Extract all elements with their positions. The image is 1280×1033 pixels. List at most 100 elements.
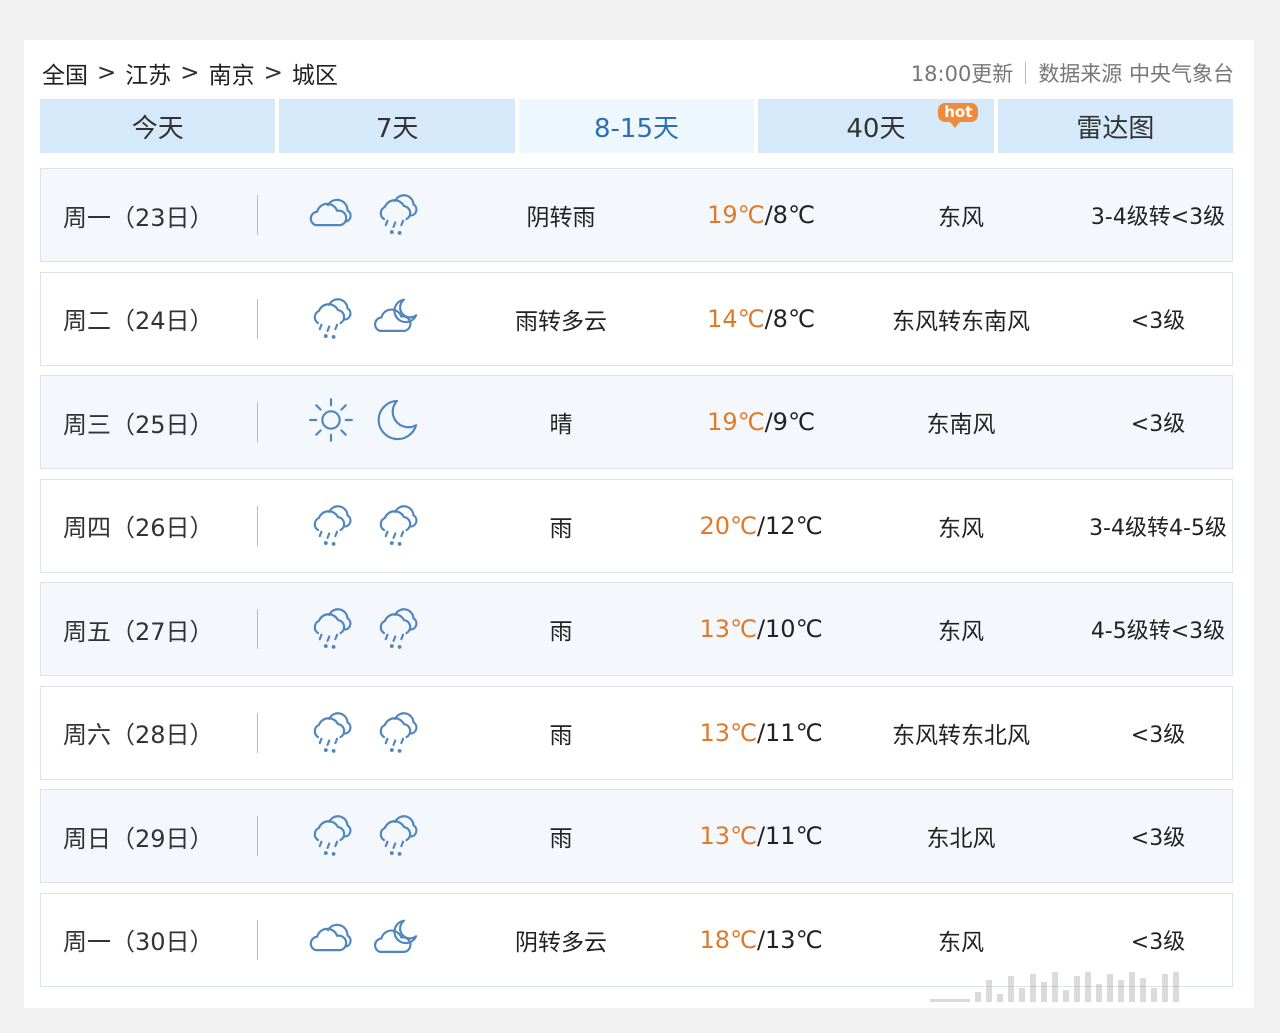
- top-bar: 全国 > 江苏 > 南京 > 城区 18:00更新 数据来源 中央气象台: [42, 56, 1234, 90]
- temp-high: 18℃: [699, 925, 757, 954]
- weather-icons: [305, 583, 423, 675]
- forecast-day: 周六（28日）: [63, 721, 214, 749]
- weather-icons: [305, 273, 423, 365]
- temp-low: /11℃: [756, 718, 823, 747]
- tab-40-days[interactable]: 40天 hot: [758, 99, 994, 153]
- rain-icon: [371, 601, 423, 657]
- forecast-day: 周一（30日）: [63, 928, 214, 956]
- rain-icon: [305, 291, 357, 347]
- forecast-day: 周一（23日）: [63, 203, 214, 232]
- wind-level: 3-4级转4-5级: [1089, 515, 1227, 541]
- weather-description: 阴转雨: [526, 205, 596, 231]
- weather-description: 阴转多云: [515, 929, 607, 956]
- wind-direction: 东风转东北风: [892, 722, 1030, 749]
- column-divider: [257, 919, 258, 960]
- temp-low: /8℃: [764, 201, 815, 229]
- forecast-day: 周日（29日）: [63, 824, 214, 853]
- temp-low: /8℃: [764, 304, 815, 333]
- weather-description: 雨: [549, 826, 573, 852]
- data-source: 数据来源 中央气象台: [1038, 62, 1234, 86]
- cloudy-night-icon: [371, 291, 423, 347]
- forecast-day: 周三（25日）: [63, 410, 214, 439]
- column-divider: [257, 298, 258, 339]
- wind-direction: 东风: [938, 619, 984, 645]
- rain-icon: [371, 498, 423, 554]
- weather-icons: [305, 894, 423, 986]
- forecast-tabs: 今天 7天 8-15天 40天 hot 雷达图: [40, 99, 1234, 153]
- rain-icon: [305, 705, 357, 761]
- column-divider: [257, 195, 258, 235]
- breadcrumb-separator: >: [180, 60, 200, 86]
- forecast-day: 周五（27日）: [63, 617, 214, 646]
- moon-icon: [371, 394, 423, 450]
- cloudy-icon: [305, 912, 357, 968]
- wind-level: <3级: [1130, 826, 1186, 851]
- temp-high: 19℃: [707, 201, 765, 229]
- weather-icons: [305, 790, 423, 882]
- forecast-row: 周一（23日） 阴转雨 19℃/8℃ 东风 3-4级转<3级: [40, 168, 1233, 262]
- temp-high: 13℃: [699, 718, 757, 747]
- watermark: [930, 966, 1250, 1002]
- breadcrumb-item-country[interactable]: 全国: [42, 56, 88, 90]
- wind-level: <3级: [1130, 722, 1186, 748]
- meta-divider: [1025, 62, 1027, 84]
- breadcrumb-item-province[interactable]: 江苏: [125, 56, 171, 90]
- wind-level: <3级: [1130, 412, 1186, 437]
- temperature-range: 13℃/10℃: [661, 583, 861, 675]
- tab-label: 雷达图: [1076, 113, 1155, 144]
- forecast-row: 周日（29日） 雨 13℃/11℃ 东北风 <3级: [40, 789, 1233, 883]
- tab-8-15-days[interactable]: 8-15天: [518, 99, 755, 153]
- weather-icons: [305, 480, 423, 572]
- breadcrumb-item-city[interactable]: 南京: [209, 56, 255, 90]
- wind-level: <3级: [1130, 308, 1186, 334]
- temperature-range: 19℃/9℃: [661, 376, 861, 468]
- temp-high: 20℃: [699, 511, 757, 540]
- forecast-row: 周四（26日） 雨 20℃/12℃ 东风 3-4级转4-5级: [40, 478, 1233, 573]
- temp-low: /12℃: [756, 511, 823, 540]
- temp-high: 14℃: [707, 304, 765, 333]
- temperature-range: 20℃/12℃: [661, 480, 861, 572]
- wind-direction: 东风: [938, 515, 984, 542]
- temperature-range: 19℃/8℃: [661, 169, 861, 261]
- cloudy-icon: [305, 187, 357, 243]
- forecast-card: 全国 > 江苏 > 南京 > 城区 18:00更新 数据来源 中央气象台 今天 …: [24, 40, 1254, 1008]
- wind-direction: 东南风: [926, 412, 996, 438]
- temp-high: 19℃: [707, 408, 765, 436]
- forecast-row: 周二（24日） 雨转多云 14℃/8℃ 东风转东南风 <3级: [40, 271, 1233, 366]
- weather-description: 雨: [549, 722, 573, 749]
- weather-description: 雨: [549, 619, 573, 645]
- rain-icon: [371, 808, 423, 864]
- breadcrumb-item-district[interactable]: 城区: [292, 56, 338, 90]
- tab-label: 8-15天: [594, 113, 680, 144]
- weather-description: 晴: [549, 412, 573, 438]
- rain-icon: [305, 808, 357, 864]
- column-divider: [257, 505, 258, 546]
- wind-level: 4-5级转<3级: [1090, 619, 1226, 644]
- weather-icons: [305, 169, 423, 261]
- weather-description: 雨: [549, 515, 573, 542]
- tab-7-days[interactable]: 7天: [279, 99, 515, 153]
- sun-icon: [305, 394, 357, 450]
- update-meta: 18:00更新 数据来源 中央气象台: [911, 58, 1234, 88]
- forecast-row: 周三（25日） 晴 19℃/9℃ 东南风 <3级: [40, 375, 1233, 469]
- temperature-range: 14℃/8℃: [661, 273, 861, 365]
- column-divider: [257, 402, 258, 442]
- temperature-range: 18℃/13℃: [661, 894, 861, 986]
- temp-high: 13℃: [699, 615, 757, 643]
- temp-low: /11℃: [756, 822, 823, 850]
- tab-label: 40天: [846, 113, 906, 144]
- wind-direction: 东风: [938, 205, 984, 231]
- forecast-row: 周五（27日） 雨 13℃/10℃ 东风 4-5级转<3级: [40, 582, 1233, 676]
- temperature-range: 13℃/11℃: [661, 687, 861, 779]
- update-time: 18:00更新: [910, 62, 1014, 86]
- tab-radar[interactable]: 雷达图: [997, 99, 1234, 153]
- breadcrumb-separator: >: [97, 60, 117, 86]
- column-divider: [257, 609, 258, 649]
- forecast-day: 周二（24日）: [63, 307, 214, 335]
- hot-badge: hot: [938, 103, 979, 128]
- rain-icon: [371, 187, 423, 243]
- column-divider: [257, 712, 258, 753]
- weather-description: 雨转多云: [515, 308, 607, 335]
- wind-direction: 东北风: [926, 826, 996, 852]
- tab-today[interactable]: 今天: [40, 99, 276, 153]
